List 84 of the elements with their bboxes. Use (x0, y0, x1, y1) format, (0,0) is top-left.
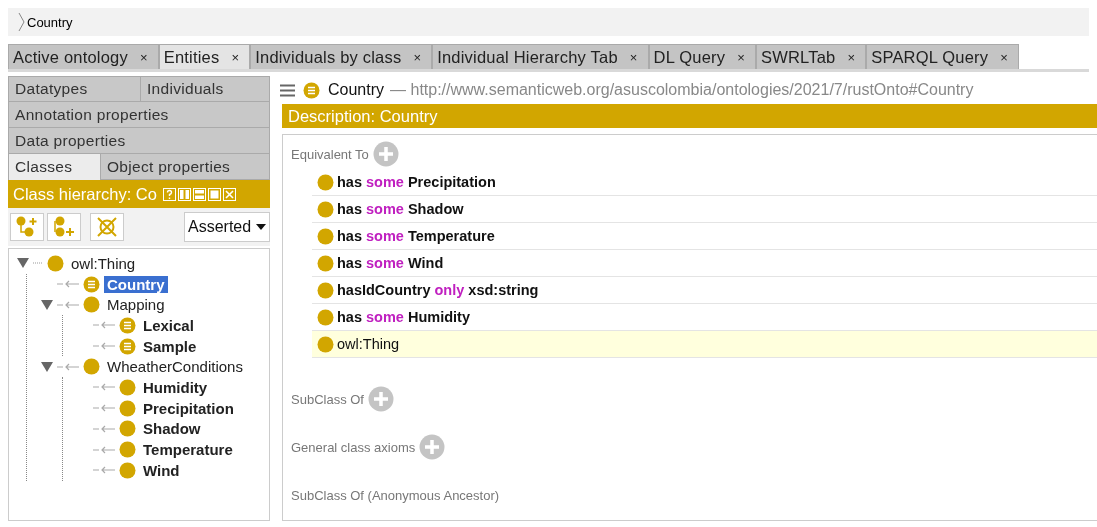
tab[interactable]: Entities × (158, 44, 251, 69)
tab[interactable]: SWRLTab × (755, 44, 867, 69)
class-expression[interactable]: has some Shadow (337, 201, 464, 217)
arrow-left-icon (57, 300, 79, 309)
section-title: SubClass Of (Anonymous Ancestor) (291, 487, 500, 503)
add-subclass-button[interactable] (10, 213, 44, 241)
tab[interactable]: DL Query × (648, 44, 756, 69)
tree-item[interactable]: Sample (140, 337, 200, 355)
close-icon[interactable]: × (845, 49, 858, 65)
arrow-left-icon (57, 280, 79, 289)
class-icon (317, 200, 334, 218)
close-icon[interactable]: × (411, 49, 424, 65)
class-icon (317, 173, 334, 191)
add-icon[interactable] (419, 434, 446, 460)
tab[interactable]: Classes (8, 154, 101, 180)
arrow-left-icon (93, 321, 115, 330)
tree-item[interactable]: Mapping (104, 296, 168, 314)
close-icon[interactable]: × (998, 49, 1011, 65)
add-icon[interactable] (372, 141, 399, 167)
arrow-left-icon (93, 424, 115, 433)
tab[interactable]: Active ontology × (8, 44, 159, 69)
close-icon[interactable] (222, 187, 236, 201)
tree-item[interactable]: WheatherConditions (104, 358, 246, 376)
arrow-left-icon (93, 445, 115, 454)
entity-iri: — http://www.semanticweb.org/asuscolombia/ontologies/2021/7/rustOnto#Country (390, 81, 974, 99)
close-icon[interactable]: × (137, 49, 150, 65)
class-expression[interactable]: has some Temperature (337, 228, 495, 244)
arrow-left-icon (93, 404, 115, 413)
tab[interactable]: Annotation properties (8, 102, 270, 128)
tree-item[interactable]: owl:Thing (68, 254, 139, 272)
section-title: Equivalent To (291, 146, 369, 162)
class-icon (317, 227, 334, 245)
tab[interactable]: Data properties (8, 128, 270, 154)
section-title: SubClass Of (291, 391, 364, 407)
tree-item[interactable]: Lexical (140, 316, 197, 334)
expand-triangle-icon[interactable] (17, 258, 29, 269)
close-icon[interactable]: × (229, 49, 242, 65)
section-title: General class axioms (291, 439, 416, 455)
tree-item[interactable]: Precipitation (140, 399, 237, 417)
tab[interactable]: SPARQL Query × (866, 44, 1020, 69)
split-horizontal-icon[interactable] (192, 187, 206, 201)
caret-icon (256, 224, 266, 230)
arrow-left-icon (93, 342, 115, 351)
class-expression[interactable]: has some Precipitation (337, 174, 496, 190)
class-icon (317, 335, 334, 353)
menu-icon[interactable] (280, 83, 295, 97)
tab[interactable]: Datatypes (8, 76, 141, 102)
class-expression[interactable]: has some Wind (337, 255, 444, 271)
tab[interactable]: Individual Hierarchy Tab × (432, 44, 649, 69)
breadcrumb[interactable]: Country (27, 14, 73, 30)
add-sibling-button[interactable] (47, 213, 81, 241)
class-expression[interactable]: owl:Thing (337, 336, 400, 352)
expand-triangle-icon[interactable] (41, 361, 53, 372)
tab[interactable]: Individuals by class × (250, 44, 433, 69)
mode-dropdown[interactable]: Asserted (184, 212, 270, 242)
tree-item[interactable]: Shadow (140, 420, 204, 438)
class-icon (317, 281, 334, 299)
maximize-icon[interactable] (207, 187, 221, 201)
class-expression[interactable]: hasIdCountry only xsd:string (337, 282, 539, 298)
dotted-line (33, 262, 43, 265)
panel-title: Class hierarchy: Co (13, 184, 157, 204)
arrow-left-icon (57, 362, 79, 371)
tree-item[interactable]: Humidity (140, 378, 211, 396)
class-icon (317, 254, 334, 272)
tree-item[interactable]: Wind (140, 461, 183, 479)
class-expression[interactable]: has some Humidity (337, 309, 470, 325)
close-icon[interactable]: × (627, 49, 640, 65)
help-icon[interactable] (162, 187, 176, 201)
tree-item[interactable]: Country (104, 275, 168, 293)
close-icon[interactable]: × (735, 49, 747, 65)
tab[interactable]: Individuals (141, 76, 270, 102)
chevron-icon (18, 12, 25, 32)
expand-triangle-icon[interactable] (41, 299, 53, 310)
split-vertical-icon[interactable] (177, 187, 191, 201)
defined-class-icon (303, 81, 320, 99)
arrow-left-icon (93, 466, 115, 475)
class-icon (317, 308, 334, 326)
description-header: Description: Country (282, 104, 1097, 128)
add-icon[interactable] (368, 386, 394, 412)
entity-name: Country (328, 81, 385, 99)
delete-class-button[interactable] (90, 213, 124, 241)
arrow-left-icon (93, 383, 115, 392)
tree-item[interactable]: Temperature (140, 441, 236, 459)
tab[interactable]: Object properties (101, 154, 270, 180)
